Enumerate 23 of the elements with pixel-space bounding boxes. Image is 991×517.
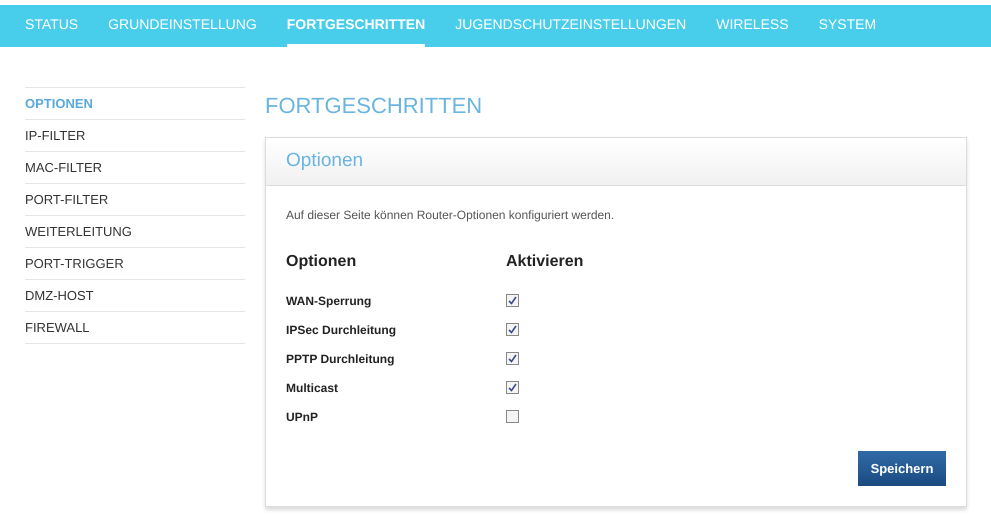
sidebar-item[interactable]: FIREWALL (25, 312, 245, 344)
option-label: UPnP (286, 408, 320, 426)
sidebar-item[interactable]: IP-FILTER (25, 120, 245, 152)
checkbox[interactable] (506, 381, 519, 394)
sidebar-item[interactable]: PORT-FILTER (25, 184, 245, 216)
checkbox[interactable] (506, 294, 519, 307)
sidebar-item[interactable]: PORT-TRIGGER (25, 248, 245, 280)
sidebar-item[interactable]: WEITERLEITUNG (25, 216, 245, 248)
option-label: Multicast (286, 380, 340, 396)
page-title: FORTGESCHRITTEN (265, 92, 484, 120)
save-button[interactable]: Speichern (858, 451, 946, 486)
sidebar-item[interactable]: DMZ-HOST (25, 280, 245, 312)
checkbox[interactable] (506, 323, 519, 336)
panel-title: Optionen (286, 149, 364, 174)
checkbox[interactable] (506, 352, 519, 365)
description-text: Auf dieser Seite können Router-Optionen konfiguriert werden. (286, 207, 616, 224)
column-header: Optionen (286, 252, 358, 272)
sidebar-item[interactable]: MAC-FILTER (25, 152, 245, 184)
checkbox[interactable] (506, 410, 519, 423)
column-header: Aktivieren (506, 252, 584, 272)
option-label: WAN-Sperrung (286, 292, 372, 310)
option-label: PPTP Durchleitung (286, 350, 396, 368)
option-label: IPSec Durchleitung (286, 322, 398, 338)
